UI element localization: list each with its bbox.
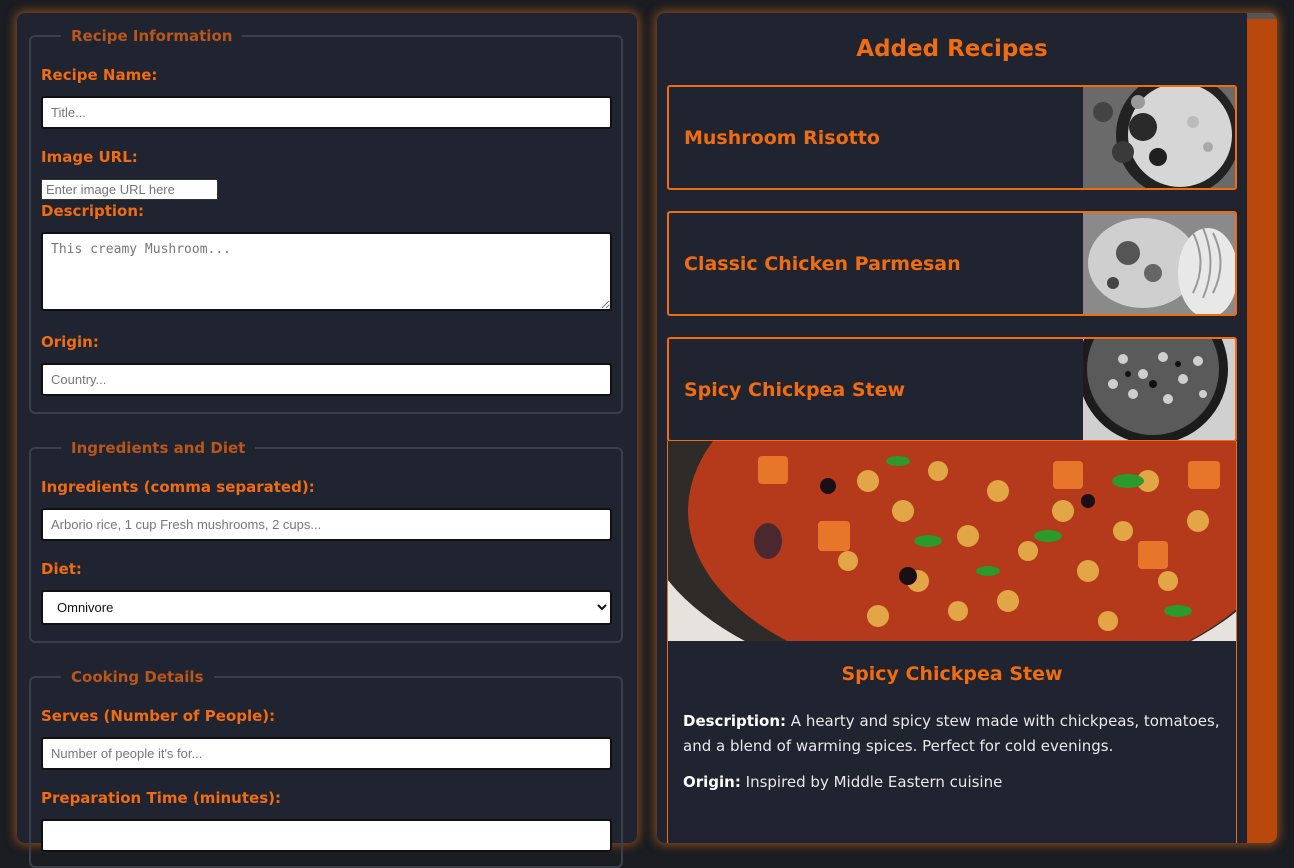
recipe-card-title: Classic Chicken Parmesan — [684, 253, 961, 275]
cooking-details-legend: Cooking Details — [71, 668, 204, 686]
description-heading: Description: — [683, 712, 787, 730]
origin-text: Inspired by Middle Eastern cuisine — [745, 773, 1003, 791]
cooking-details-fieldset: Cooking Details Serves (Number of People… — [29, 668, 623, 868]
added-recipes-title: Added Recipes — [856, 36, 1048, 62]
ingredients-label: Ingredients (comma separated): — [41, 478, 315, 496]
recipe-name-input[interactable] — [41, 96, 612, 129]
serves-label: Serves (Number of People): — [41, 707, 276, 725]
recipe-information-fieldset: Recipe Information Recipe Name: Image UR… — [29, 27, 623, 414]
recipe-card-chicken-parmesan[interactable]: Classic Chicken Parmesan — [667, 211, 1237, 316]
recipe-form-panel: Recipe Information Recipe Name: Image UR… — [17, 13, 637, 868]
image-url-input[interactable] — [41, 179, 218, 200]
recipe-thumbnail — [1083, 87, 1235, 188]
diet-select[interactable]: Omnivore — [41, 590, 612, 625]
added-recipes-panel: Added Recipes Mushroom Risotto Classic C… — [657, 13, 1277, 843]
recipe-detail-name: Spicy Chickpea Stew — [841, 663, 1063, 685]
image-url-label: Image URL: — [41, 148, 138, 166]
recipe-detail-origin: Origin: Inspired by Middle Eastern cuisi… — [683, 770, 1223, 795]
diet-label: Diet: — [41, 560, 82, 578]
prep-time-label: Preparation Time (minutes): — [41, 789, 281, 807]
origin-input[interactable] — [41, 363, 612, 396]
recipe-detail: Spicy Chickpea Stew Description: A heart… — [667, 441, 1237, 843]
recipe-thumbnail — [1083, 213, 1235, 314]
recipe-detail-image — [668, 441, 1236, 641]
recipe-thumbnail — [1083, 339, 1235, 440]
ingredients-diet-fieldset: Ingredients and Diet Ingredients (comma … — [29, 439, 623, 643]
scrollbar-track-top — [1247, 13, 1277, 19]
recipe-information-legend: Recipe Information — [71, 27, 233, 45]
recipes-scrollbar[interactable] — [1247, 13, 1277, 843]
recipe-card-title: Mushroom Risotto — [684, 127, 880, 149]
recipe-name-label: Recipe Name: — [41, 66, 158, 84]
serves-input[interactable] — [41, 737, 612, 770]
prep-time-input[interactable] — [41, 819, 612, 852]
recipe-card-chickpea-stew[interactable]: Spicy Chickpea Stew — [667, 337, 1237, 442]
recipe-card-mushroom-risotto[interactable]: Mushroom Risotto — [667, 85, 1237, 190]
origin-label: Origin: — [41, 333, 99, 351]
ingredients-diet-legend: Ingredients and Diet — [71, 439, 246, 457]
recipe-detail-description: Description: A hearty and spicy stew mad… — [683, 709, 1223, 759]
ingredients-input[interactable] — [41, 508, 612, 541]
origin-heading: Origin: — [683, 773, 741, 791]
description-textarea[interactable] — [41, 232, 612, 311]
description-label: Description: — [41, 202, 145, 220]
recipe-card-title: Spicy Chickpea Stew — [684, 379, 906, 401]
